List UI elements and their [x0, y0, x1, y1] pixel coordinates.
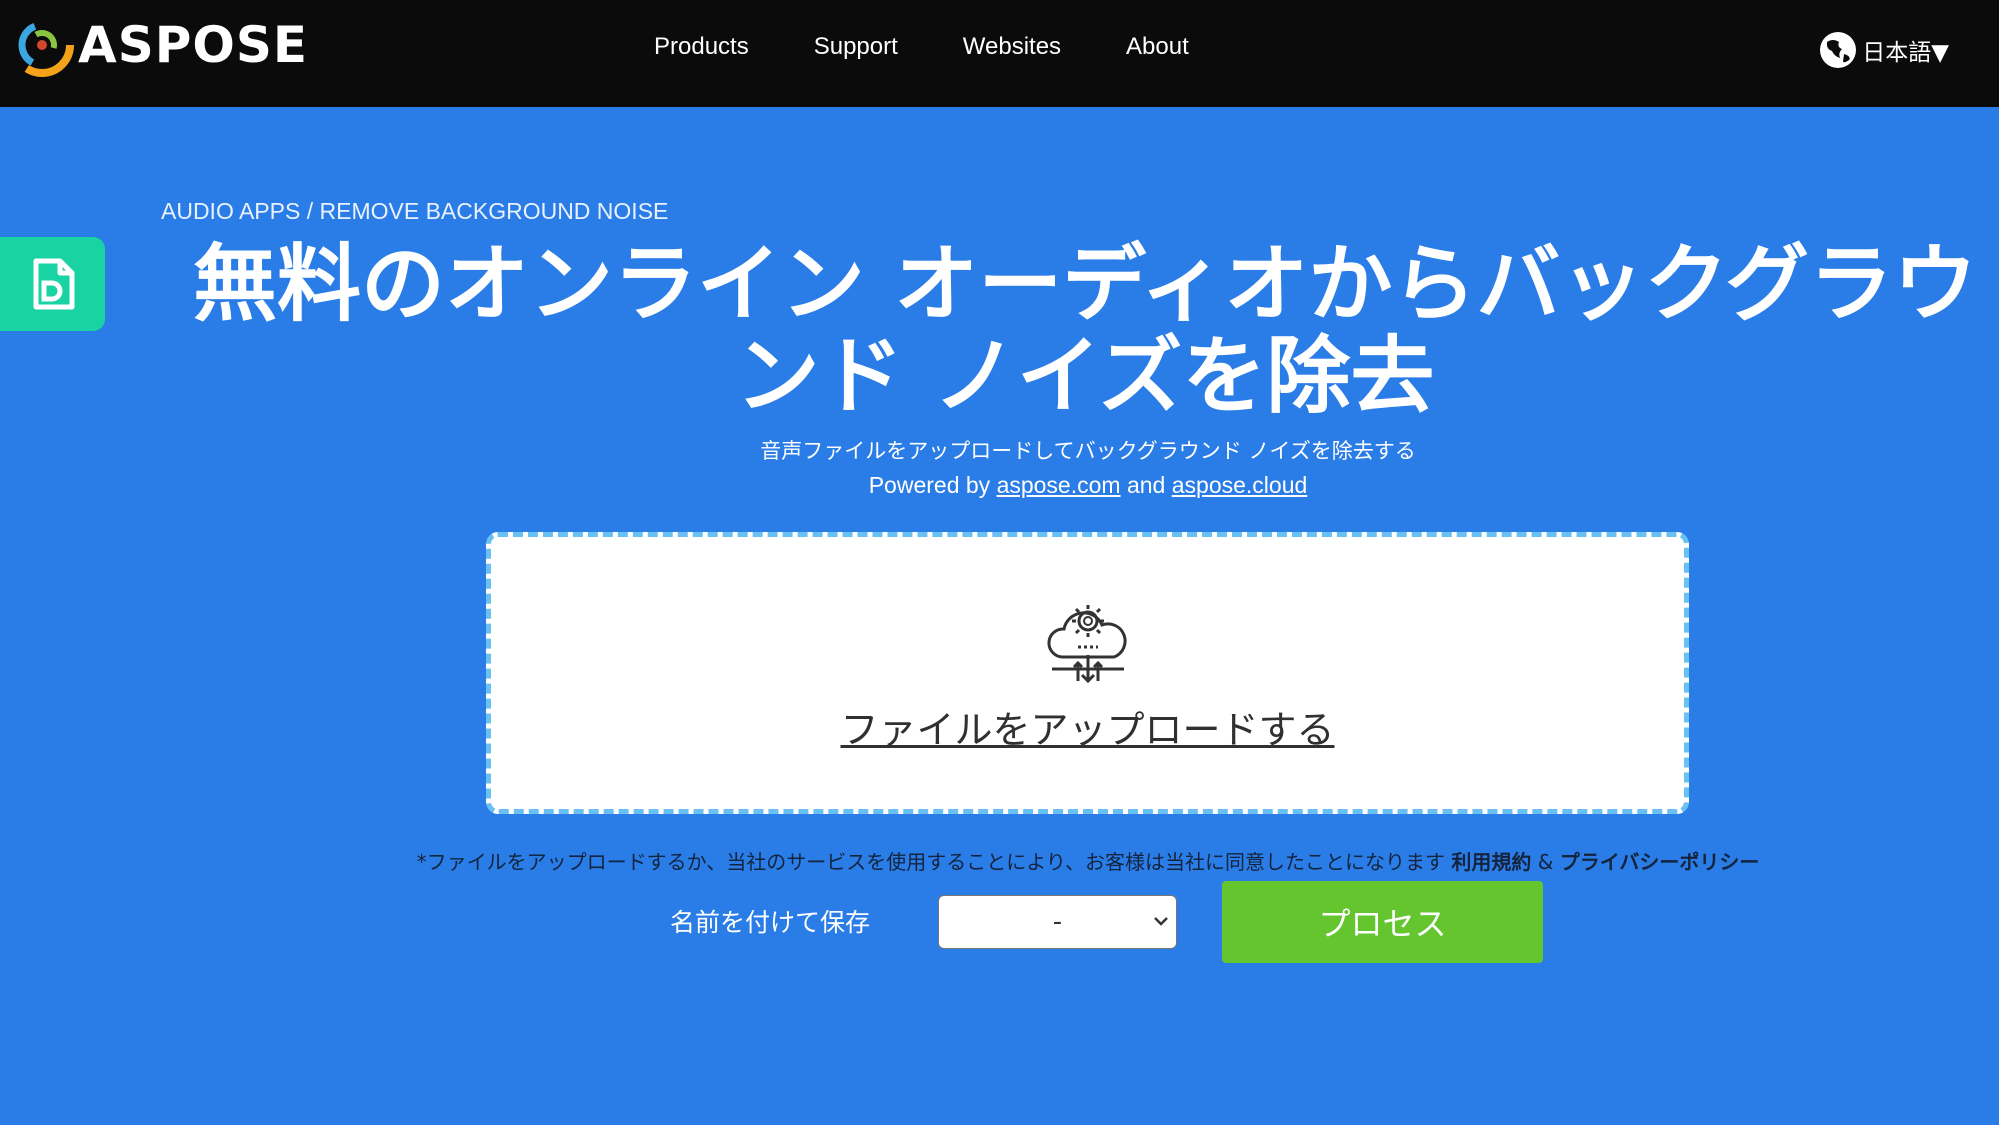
page-title-line2: ンド ノイズを除去	[735, 327, 1435, 425]
terms-notice: *ファイルをアップロードするか、当社のサービスを使用することにより、お客様は当社…	[0, 846, 1999, 875]
aspose-com-link[interactable]: aspose.com	[997, 472, 1121, 498]
page-title-line1: 無料のオンライン オーディオからバックグラウ	[192, 235, 1977, 333]
nav-support[interactable]: Support	[814, 33, 898, 61]
globe-icon	[1820, 32, 1857, 68]
logo-text: ASPOSE	[78, 16, 309, 74]
aspose-logo[interactable]: ASPOSE	[10, 10, 308, 80]
terms-of-use-link[interactable]: 利用規約	[1451, 850, 1531, 874]
process-button[interactable]: プロセス	[1222, 881, 1543, 963]
nav-websites[interactable]: Websites	[963, 33, 1061, 61]
aspose-cloud-link[interactable]: aspose.cloud	[1172, 472, 1308, 498]
terms-ampersand: &	[1537, 850, 1554, 874]
privacy-policy-link[interactable]: プライバシーポリシー	[1560, 850, 1760, 874]
powered-by-and: and	[1126, 472, 1166, 498]
breadcrumb: AUDIO APPS / REMOVE BACKGROUND NOISE	[161, 198, 669, 224]
output-format-select[interactable]: -	[938, 895, 1177, 949]
language-label: 日本語▼	[1862, 40, 1949, 66]
upload-file-link[interactable]: ファイルをアップロードする	[840, 699, 1334, 754]
page-subtitle: 音声ファイルをアップロードしてバックグラウンド ノイズを除去する	[760, 439, 1416, 463]
document-icon	[33, 258, 74, 310]
language-selector[interactable]: 日本語▼	[1818, 30, 1949, 70]
format-selected-value: -	[1052, 907, 1063, 937]
aspose-logo-icon	[10, 13, 74, 77]
page-title: 無料のオンライン オーディオからバックグラウ ンド ノイズを除去	[170, 238, 1999, 422]
save-as-label: 名前を付けて保存	[670, 908, 871, 937]
file-drop-zone[interactable]: ファイルをアップロードする	[486, 532, 1689, 814]
terms-text: *ファイルをアップロードするか、当社のサービスを使用することにより、お客様は当社…	[416, 850, 1446, 874]
nav-about[interactable]: About	[1126, 33, 1189, 61]
side-document-tab[interactable]	[0, 237, 105, 331]
powered-by-prefix: Powered by	[868, 472, 991, 498]
powered-by: Powered by aspose.com and aspose.cloud	[0, 472, 1999, 499]
top-navigation-bar: ASPOSE Products Support Websites About 日…	[0, 0, 1999, 107]
cloud-upload-gear-icon	[1046, 604, 1127, 683]
main-nav: Products Support Websites About	[654, 33, 1254, 61]
nav-products[interactable]: Products	[654, 33, 749, 61]
chevron-down-icon	[1154, 917, 1168, 926]
